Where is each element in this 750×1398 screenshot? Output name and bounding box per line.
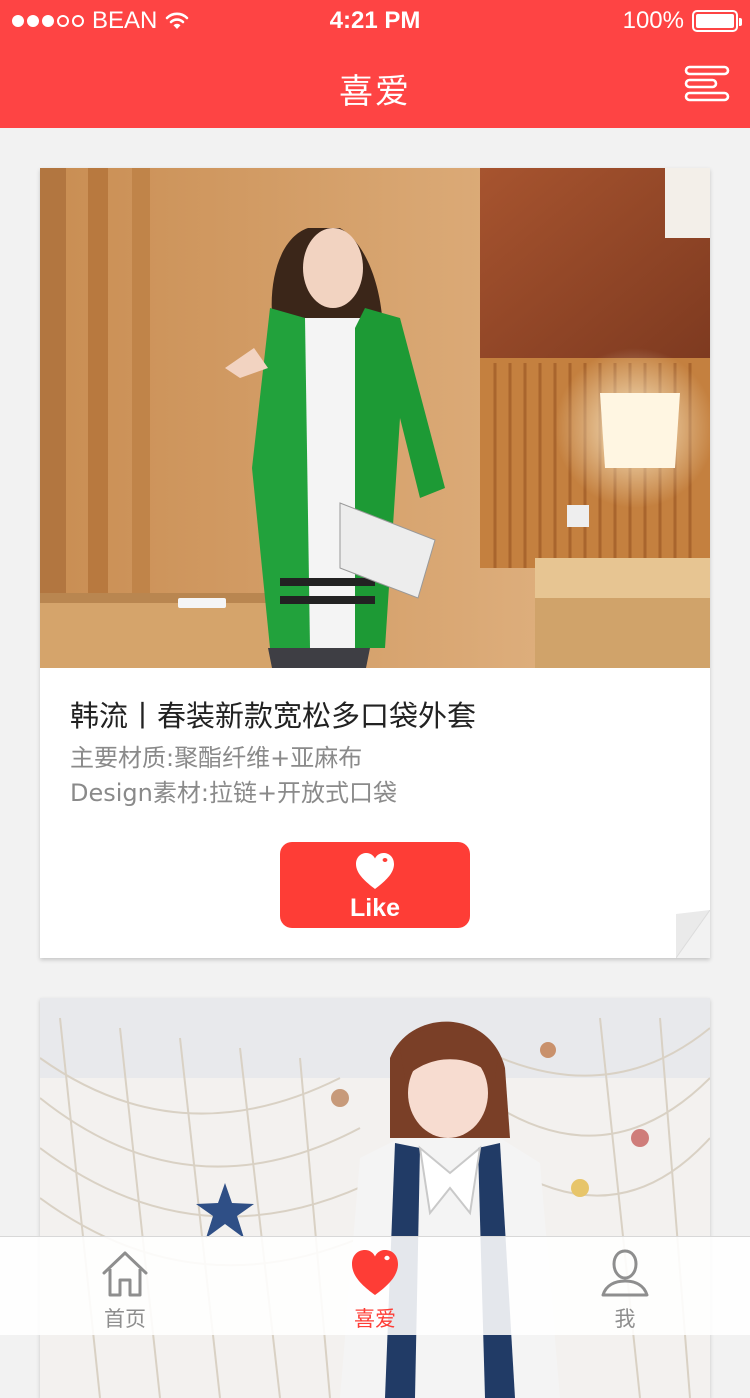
product-photo[interactable] (40, 998, 710, 1398)
page-curl-decoration (676, 910, 710, 958)
app-header: BEAN 4:21 PM 100% 喜爱 (0, 0, 750, 128)
battery-fill (696, 14, 734, 28)
battery-icon (692, 10, 742, 32)
tab-me[interactable]: 我 (500, 1237, 750, 1335)
heart-icon (352, 1250, 398, 1295)
product-card[interactable]: 韩流丨春装新款宽松多口袋外套 主要材质:聚酯纤维+亚麻布 Design素材:拉链… (40, 168, 710, 958)
product-photo[interactable] (40, 168, 710, 668)
tab-home[interactable]: 首页 (0, 1237, 250, 1335)
status-bar: BEAN 4:21 PM 100% (0, 0, 750, 40)
tab-label: 我 (614, 1307, 636, 1331)
menu-icon (684, 65, 730, 102)
tab-bar: 首页 喜爱 我 (0, 1236, 750, 1335)
tab-label: 喜爱 (354, 1307, 396, 1331)
status-right: 100% (622, 7, 742, 35)
tab-like[interactable]: 喜爱 (250, 1237, 500, 1335)
product-photo-illustration (40, 168, 710, 668)
menu-button[interactable] (684, 64, 730, 104)
product-title: 韩流丨春装新款宽松多口袋外套 (70, 699, 477, 733)
user-icon (601, 1249, 649, 1297)
product-design: Design素材:拉链+开放式口袋 (70, 779, 398, 807)
product-material: 主要材质:聚酯纤维+亚麻布 (70, 744, 363, 772)
page-title: 喜爱 (339, 72, 411, 112)
battery-percent: 100% (622, 7, 684, 34)
like-label: Like (349, 894, 401, 922)
heart-icon (356, 853, 394, 889)
like-button[interactable]: Like (280, 842, 470, 928)
product-card[interactable] (40, 998, 710, 1398)
home-icon (102, 1251, 148, 1297)
tab-label: 首页 (104, 1307, 146, 1331)
product-photo-illustration (40, 998, 710, 1398)
